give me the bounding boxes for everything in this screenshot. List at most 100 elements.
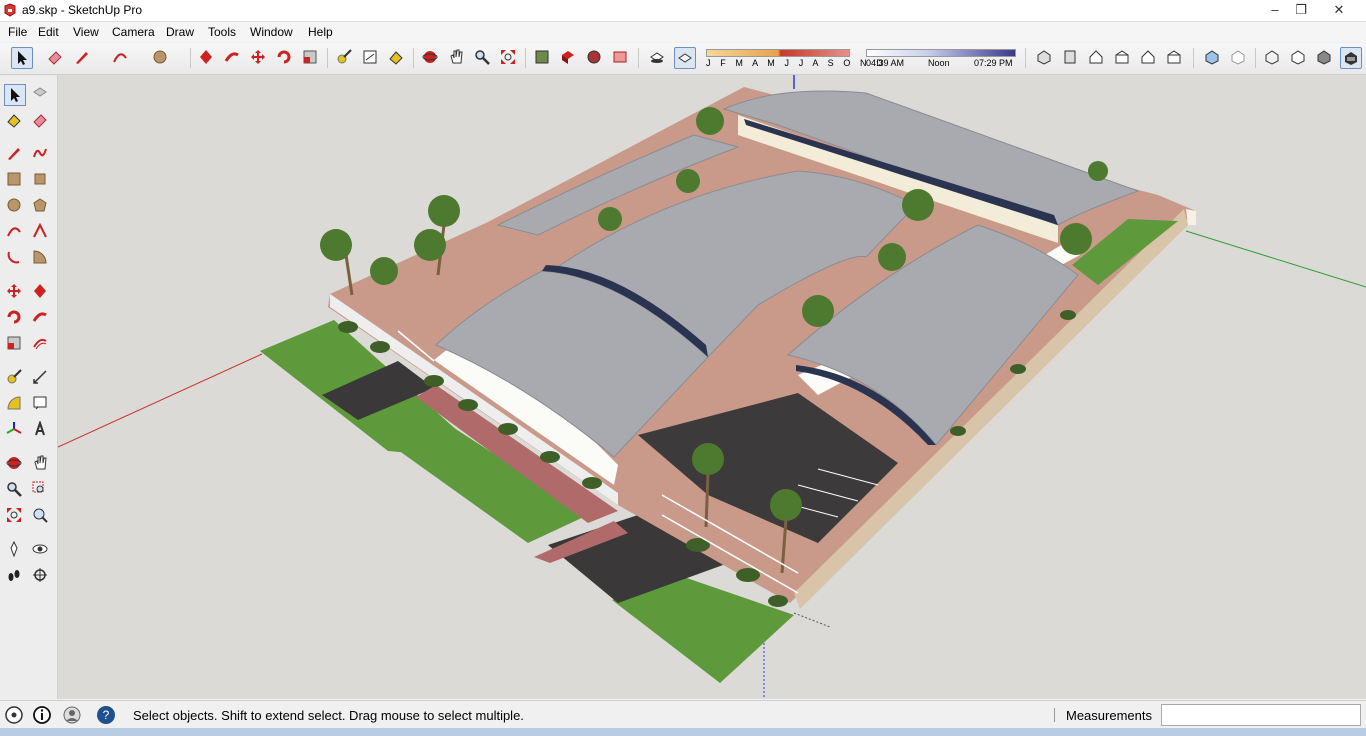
menu-view[interactable]: View: [73, 25, 99, 39]
axes-tool[interactable]: [4, 419, 26, 441]
paint-tool-button[interactable]: [386, 47, 408, 69]
pushpull-tool[interactable]: [30, 281, 52, 303]
close-button[interactable]: ✕: [1326, 1, 1352, 18]
shaded-button[interactable]: [1314, 47, 1336, 69]
select-icon: [11, 88, 20, 102]
rotated-rect-tool[interactable]: [30, 169, 52, 191]
line-tool[interactable]: [4, 143, 26, 165]
polygon-tool[interactable]: [30, 195, 52, 217]
components-icon: [562, 51, 574, 64]
scale-tool-button[interactable]: [300, 47, 322, 69]
textured-button[interactable]: [1340, 47, 1362, 69]
menu-file[interactable]: File: [8, 25, 27, 39]
info-icon[interactable]: [32, 705, 52, 725]
view-iso-button[interactable]: [1034, 47, 1056, 69]
menu-tools[interactable]: Tools: [208, 25, 236, 39]
zoom-tool[interactable]: [4, 479, 26, 501]
select-tool-button[interactable]: [11, 47, 33, 69]
pan-icon: [450, 49, 463, 64]
move-tool-button[interactable]: [248, 47, 270, 69]
eraser-tool-button[interactable]: [45, 47, 67, 69]
section-plane-tool[interactable]: [30, 565, 52, 587]
share-model-tool-button[interactable]: [584, 47, 606, 69]
hiddenline-button[interactable]: [1288, 47, 1310, 69]
arc-tool[interactable]: [4, 221, 26, 243]
rotate-icon: [7, 310, 21, 324]
restore-button[interactable]: ❐: [1288, 1, 1314, 18]
menu-window[interactable]: Window: [250, 25, 293, 39]
user-account-icon[interactable]: [62, 705, 82, 725]
status-separator: [1054, 708, 1055, 722]
zoom-window-tool[interactable]: [30, 479, 52, 501]
view-right-button[interactable]: [1112, 47, 1134, 69]
walk-tool[interactable]: [4, 565, 26, 587]
eraser-icon: [48, 51, 62, 65]
help-icon[interactable]: ?: [96, 705, 116, 725]
move-tool[interactable]: [4, 281, 26, 303]
arc-tool-button[interactable]: [110, 47, 132, 69]
zoom-tool-button[interactable]: [472, 47, 494, 69]
scale-tool[interactable]: [4, 333, 26, 355]
offset-tool[interactable]: [30, 333, 52, 355]
geolocation-icon[interactable]: [4, 705, 24, 725]
tape-tool-button[interactable]: [334, 47, 356, 69]
warehouse-tool-button[interactable]: [532, 47, 554, 69]
view-back-button[interactable]: [1138, 47, 1160, 69]
pushpull-tool-button[interactable]: [196, 47, 218, 69]
shadows-toggle-button[interactable]: [647, 47, 669, 69]
extension-tool-button[interactable]: [610, 47, 632, 69]
protractor-tool[interactable]: [4, 393, 26, 415]
component-icon: [33, 87, 47, 97]
window-title: a9.skp - SketchUp Pro: [22, 3, 143, 17]
pie-tool[interactable]: [30, 247, 52, 269]
followme-tool-button[interactable]: [222, 47, 244, 69]
menu-camera[interactable]: Camera: [112, 25, 155, 39]
orbit-tool[interactable]: [4, 453, 26, 475]
circle-tool-button[interactable]: [150, 47, 172, 69]
position-camera-tool[interactable]: [4, 539, 26, 561]
zoom-extents-tool[interactable]: [4, 505, 26, 527]
shadow-time-slider[interactable]: [866, 49, 1016, 57]
pan-tool-button[interactable]: [446, 47, 468, 69]
circle-tool[interactable]: [4, 195, 26, 217]
component-tool[interactable]: [30, 84, 52, 106]
followme-tool[interactable]: [30, 307, 52, 329]
view-front-button[interactable]: [1086, 47, 1108, 69]
rectangle-tool[interactable]: [4, 169, 26, 191]
modeling-viewport[interactable]: [58, 75, 1366, 699]
fog-toggle-button[interactable]: [674, 47, 696, 69]
select-tool[interactable]: [4, 84, 26, 106]
previous-view-tool[interactable]: [30, 505, 52, 527]
measurements-input[interactable]: [1161, 704, 1361, 726]
rotate-tool[interactable]: [4, 307, 26, 329]
rotate-tool-button[interactable]: [274, 47, 296, 69]
eraser-tool[interactable]: [30, 110, 52, 132]
tape-tool[interactable]: [4, 367, 26, 389]
backedges-button[interactable]: [1228, 47, 1250, 69]
menu-draw[interactable]: Draw: [166, 25, 194, 39]
wireframe-button[interactable]: [1262, 47, 1284, 69]
arc2-tool[interactable]: [30, 221, 52, 243]
orbit-tool-button[interactable]: [420, 47, 442, 69]
dimension-tool-button[interactable]: [360, 47, 382, 69]
menu-help[interactable]: Help: [308, 25, 333, 39]
3dtext-tool[interactable]: [30, 419, 52, 441]
pan-tool[interactable]: [30, 453, 52, 475]
dimension-tool[interactable]: [30, 367, 52, 389]
text-tool[interactable]: [30, 393, 52, 415]
view-left-button[interactable]: [1164, 47, 1186, 69]
look-around-tool[interactable]: [30, 539, 52, 561]
minimize-button[interactable]: –: [1262, 1, 1288, 18]
paint-tool[interactable]: [4, 110, 26, 132]
pencil-tool-button[interactable]: [72, 47, 94, 69]
time-noon-label: Noon: [928, 58, 950, 68]
menu-edit[interactable]: Edit: [38, 25, 59, 39]
paint-icon: [389, 51, 403, 65]
xray-button[interactable]: [1202, 47, 1224, 69]
freehand-tool[interactable]: [30, 143, 52, 165]
arc3-tool[interactable]: [4, 247, 26, 269]
components-tool-button[interactable]: [558, 47, 580, 69]
shadow-date-slider[interactable]: J F M A M J J A S O N D: [706, 47, 883, 69]
view-top-button[interactable]: [1060, 47, 1082, 69]
zoom-extents-tool-button[interactable]: [498, 47, 520, 69]
